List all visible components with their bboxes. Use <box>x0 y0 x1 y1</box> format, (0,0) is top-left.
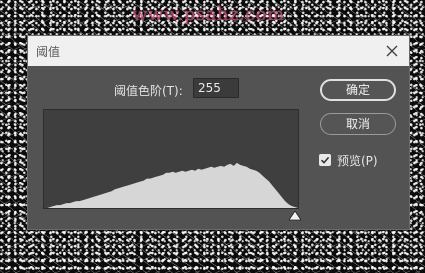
preview-label: 预览(P) <box>337 153 378 168</box>
preview-checkbox[interactable] <box>319 154 331 166</box>
histogram-area <box>44 162 298 208</box>
histogram-panel <box>43 109 299 209</box>
dialog-titlebar[interactable]: 阈值 <box>28 36 409 66</box>
cancel-button[interactable]: 取消 <box>320 113 396 135</box>
preview-toggle[interactable]: 预览(P) <box>319 152 378 168</box>
dialog-title: 阈值 <box>36 45 61 59</box>
watermark-text: www.psahz.com <box>132 4 285 25</box>
threshold-level-input[interactable]: 255 <box>193 78 239 98</box>
threshold-level-label: 阈值色阶(T): <box>114 84 183 98</box>
threshold-slider-handle[interactable] <box>289 211 301 221</box>
close-button[interactable] <box>383 42 401 60</box>
close-icon <box>386 45 398 57</box>
histogram-chart <box>44 162 298 208</box>
ok-button[interactable]: 确定 <box>320 79 396 101</box>
threshold-dialog: 阈值 阈值色阶(T): 255 确定 取消 预览(P) <box>27 35 410 230</box>
checkmark-icon <box>320 156 330 164</box>
